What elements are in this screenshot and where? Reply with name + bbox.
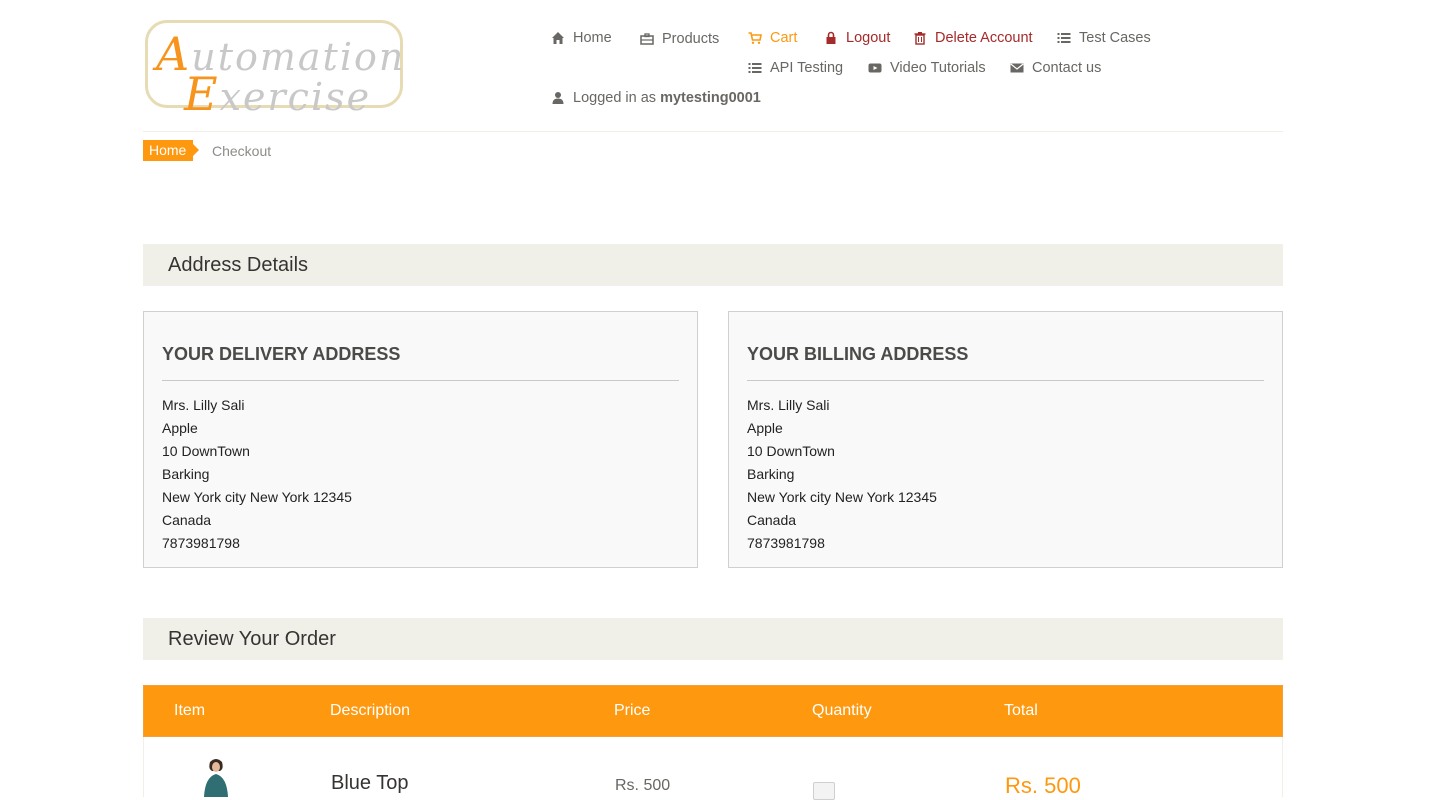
nav-home-label: Home [573,30,612,46]
product-price: Rs. 500 [615,777,671,794]
delivery-name: Mrs. Lilly Sali [162,397,245,413]
logo-line-2: Exercise [184,67,372,121]
nav-cart-label: Cart [770,30,798,46]
billing-address2: Barking [747,466,795,482]
envelope-icon [1010,63,1024,73]
address-details-title: Address Details [168,254,309,276]
delivery-country: Canada [162,512,212,528]
billing-city-state-zip: New York city New York 12345 [747,489,937,505]
logged-in-prefix: Logged in as [573,90,657,106]
briefcase-icon [640,33,654,45]
table-row: Blue Top Rs. 500 Rs. 500 [143,737,1283,800]
col-price: Price [614,702,651,719]
nav-test-cases-label: Test Cases [1079,30,1151,46]
lock-icon [826,31,836,44]
nav-video-tutorials[interactable]: Video Tutorials [868,60,986,76]
billing-address-title: YOUR BILLING ADDRESS [747,344,969,364]
delivery-address-lines: Mrs. Lilly Sali Apple 10 DownTown Barkin… [162,394,352,555]
nav-products[interactable]: Products [640,31,719,47]
nav-logout-label: Logout [846,30,891,46]
col-total: Total [1004,702,1038,719]
trash-icon [914,32,926,45]
billing-divider [747,380,1264,381]
nav-api-testing[interactable]: API Testing [748,60,843,76]
nav-delete-account[interactable]: Delete Account [913,30,1033,46]
nav-logout[interactable]: Logout [824,30,890,46]
breadcrumb-home[interactable]: Home [143,140,199,161]
list-icon [748,63,762,73]
delivery-address-title: YOUR DELIVERY ADDRESS [162,344,401,364]
product-name[interactable]: Blue Top [331,772,408,795]
site-logo[interactable]: Automation Exercise [145,20,403,121]
nav-home[interactable]: Home [551,30,612,46]
nav-contact-us[interactable]: Contact us [1010,60,1101,76]
col-item: Item [174,702,206,719]
nav-contact-us-label: Contact us [1032,60,1102,76]
logged-in-status: Logged in as mytesting0001 [551,90,761,106]
nav-api-testing-label: API Testing [770,60,844,76]
username: mytesting0001 [660,90,761,106]
list-icon [1057,33,1071,43]
billing-address-lines: Mrs. Lilly Sali Apple 10 DownTown Barkin… [747,394,937,555]
youtube-play-icon [868,63,882,73]
billing-name: Mrs. Lilly Sali [747,397,830,413]
home-icon [552,32,564,44]
delivery-address-box: YOUR DELIVERY ADDRESS Mrs. Lilly Sali Ap… [143,311,698,568]
col-description: Description [330,702,411,719]
product-total: Rs. 500 [1005,773,1081,798]
delivery-divider [162,380,679,381]
billing-address1: 10 DownTown [747,443,835,459]
breadcrumb-current: Checkout [212,143,272,159]
cart-icon [748,32,762,44]
delivery-city-state-zip: New York city New York 12345 [162,489,352,505]
billing-company: Apple [747,420,783,436]
billing-phone: 7873981798 [747,535,825,551]
nav-delete-account-label: Delete Account [935,30,1033,46]
header-divider [143,131,1283,132]
delivery-address2: Barking [162,466,210,482]
quantity-button[interactable] [813,782,835,800]
delivery-company: Apple [162,420,198,436]
delivery-address1: 10 DownTown [162,443,250,459]
order-table-header: Item Description Price Quantity Total [143,685,1283,737]
billing-country: Canada [747,512,797,528]
review-order-title: Review Your Order [168,628,336,650]
nav-test-cases[interactable]: Test Cases [1057,30,1151,46]
product-image[interactable] [178,757,248,797]
col-quantity: Quantity [812,702,872,719]
nav-video-tutorials-label: Video Tutorials [890,60,986,76]
review-order-heading: Review Your Order [143,618,1283,660]
logged-in-text: Logged in as mytesting0001 [573,90,761,106]
billing-address-box: YOUR BILLING ADDRESS Mrs. Lilly Sali App… [728,311,1283,568]
nav-cart[interactable]: Cart [748,30,797,46]
user-icon [552,92,564,104]
delivery-phone: 7873981798 [162,535,240,551]
address-details-heading: Address Details [143,244,1283,286]
nav-products-label: Products [662,31,720,47]
